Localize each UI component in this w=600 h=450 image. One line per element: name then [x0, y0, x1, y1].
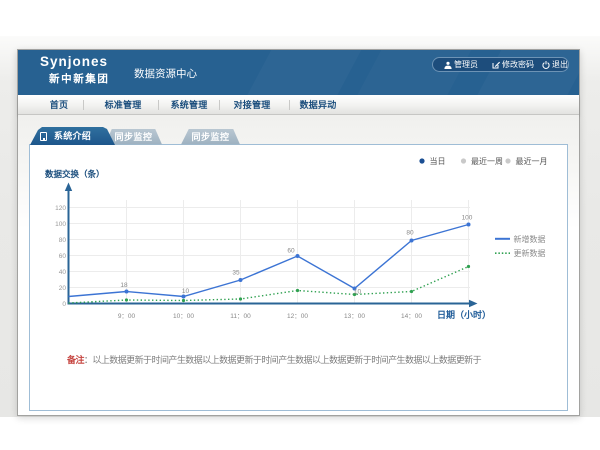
svg-text:0: 0	[62, 301, 66, 308]
svg-text:9：00: 9：00	[118, 313, 136, 320]
svg-text:18: 18	[120, 282, 128, 289]
svg-text:60: 60	[59, 253, 67, 260]
svg-text:日期（小时）: 日期（小时）	[437, 309, 491, 320]
svg-text:10：00: 10：00	[173, 313, 194, 320]
svg-text:80: 80	[59, 237, 67, 244]
svg-text:数据交换（条）: 数据交换（条）	[45, 169, 105, 179]
svg-text:120: 120	[55, 205, 66, 212]
svg-text:20: 20	[59, 285, 67, 292]
svg-text:当日: 当日	[430, 156, 446, 166]
svg-text:新增数据: 新增数据	[514, 234, 546, 244]
svg-text:100: 100	[462, 215, 473, 222]
svg-text:最近一周: 最近一周	[471, 156, 503, 166]
svg-text:35: 35	[232, 270, 240, 277]
svg-text:10: 10	[354, 289, 362, 296]
svg-text:12：00: 12：00	[287, 313, 308, 320]
svg-text:60: 60	[287, 248, 295, 255]
svg-text:最近一月: 最近一月	[516, 156, 548, 166]
svg-text:80: 80	[406, 230, 414, 237]
svg-text:10: 10	[182, 288, 190, 295]
svg-text:13：00: 13：00	[344, 313, 365, 320]
svg-text:40: 40	[59, 269, 67, 276]
svg-text:100: 100	[55, 221, 66, 228]
svg-text:更新数据: 更新数据	[514, 248, 546, 258]
svg-text:14：00: 14：00	[401, 313, 422, 320]
svg-text:11：00: 11：00	[230, 313, 251, 320]
